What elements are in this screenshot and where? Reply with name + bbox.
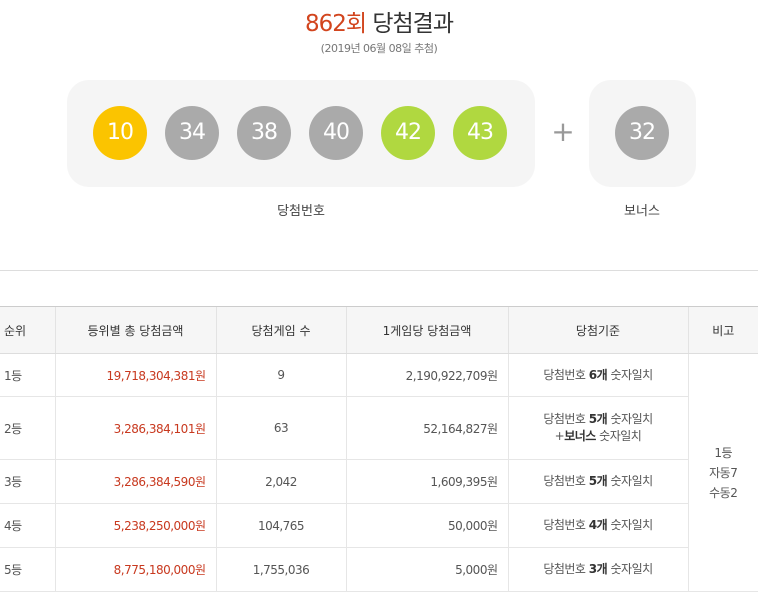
title-text: 당첨결과 bbox=[366, 11, 454, 37]
criteria-cell: 당첨번호 6개 숫자일치 bbox=[507, 353, 688, 397]
total-prize-cell: 3,286,384,101원 bbox=[54, 396, 216, 460]
per-game-prize-cell: 5,000원 bbox=[345, 547, 508, 592]
column-header-total: 등위별 총 당첨금액 bbox=[54, 306, 216, 354]
criteria-cell: 당첨번호 4개 숫자일치 bbox=[507, 503, 688, 548]
bonus-label: 보너스 bbox=[624, 204, 660, 219]
column-header-criteria: 당첨기준 bbox=[507, 306, 688, 354]
note-line: 수동2 bbox=[709, 485, 738, 500]
rank-cell: 3등 bbox=[0, 459, 55, 504]
winning-numbers-panel: 10 34 38 40 42 43 bbox=[67, 80, 535, 187]
number-ball: 34 bbox=[165, 106, 219, 160]
number-ball: 10 bbox=[93, 106, 147, 160]
column-header-per-game: 1게임당 당첨금액 bbox=[345, 306, 508, 354]
per-game-prize-cell: 1,609,395원 bbox=[345, 459, 508, 504]
rank-cell: 2등 bbox=[0, 396, 55, 460]
note-line: 1등 bbox=[714, 445, 733, 460]
rank-cell: 4등 bbox=[0, 503, 55, 548]
page-title: 862회 당첨결과 bbox=[0, 4, 758, 38]
winner-count-cell: 9 bbox=[215, 353, 346, 397]
criteria-cell: 당첨번호 5개 숫자일치 +보너스 숫자일치 bbox=[507, 396, 688, 460]
total-prize-cell: 19,718,304,381원 bbox=[54, 353, 216, 397]
draw-date: (2019년 06월 08일 추첨) bbox=[320, 42, 438, 55]
note-cell: 1등 자동7 수동2 bbox=[687, 353, 758, 592]
total-prize-cell: 3,286,384,590원 bbox=[54, 459, 216, 504]
table-header-row: 순위 등위별 총 당첨금액 당첨게임 수 1게임당 당첨금액 당첨기준 비고 bbox=[0, 306, 758, 354]
plus-icon: + bbox=[551, 115, 575, 148]
per-game-prize-cell: 50,000원 bbox=[345, 503, 508, 548]
criteria-cell: 당첨번호 5개 숫자일치 bbox=[507, 459, 688, 504]
winner-count-cell: 63 bbox=[215, 396, 346, 460]
bonus-number-panel: 32 bbox=[589, 80, 696, 187]
rank-cell: 1등 bbox=[0, 353, 55, 397]
table-row: 4등 5,238,250,000원 104,765 50,000원 당첨번호 4… bbox=[0, 503, 758, 548]
total-prize-cell: 8,775,180,000원 bbox=[54, 547, 216, 592]
winner-count-cell: 104,765 bbox=[215, 503, 346, 548]
bonus-ball: 32 bbox=[615, 106, 669, 160]
prize-table: 순위 등위별 총 당첨금액 당첨게임 수 1게임당 당첨금액 당첨기준 비고 1… bbox=[0, 306, 758, 592]
table-row: 1등 19,718,304,381원 9 2,190,922,709원 당첨번호… bbox=[0, 353, 758, 592]
table-row: 2등 3,286,384,101원 63 52,164,827원 당첨번호 5개… bbox=[0, 396, 758, 460]
per-game-prize-cell: 2,190,922,709원 bbox=[345, 353, 508, 397]
total-prize-cell: 5,238,250,000원 bbox=[54, 503, 216, 548]
winner-count-cell: 2,042 bbox=[215, 459, 346, 504]
section-divider bbox=[0, 270, 758, 271]
number-ball: 40 bbox=[309, 106, 363, 160]
column-header-note: 비고 bbox=[687, 306, 758, 354]
winner-count-cell: 1,755,036 bbox=[215, 547, 346, 592]
number-ball: 38 bbox=[237, 106, 291, 160]
note-line: 자동7 bbox=[709, 465, 738, 480]
table-row: 5등 8,775,180,000원 1,755,036 5,000원 당첨번호 … bbox=[0, 547, 758, 592]
table-row: 3등 3,286,384,590원 2,042 1,609,395원 당첨번호 … bbox=[0, 459, 758, 504]
winning-numbers-label: 당첨번호 bbox=[277, 204, 325, 219]
number-ball: 43 bbox=[453, 106, 507, 160]
number-ball: 42 bbox=[381, 106, 435, 160]
per-game-prize-cell: 52,164,827원 bbox=[345, 396, 508, 460]
criteria-cell: 당첨번호 3개 숫자일치 bbox=[507, 547, 688, 592]
column-header-rank: 순위 bbox=[0, 306, 55, 354]
rank-cell: 5등 bbox=[0, 547, 55, 592]
column-header-count: 당첨게임 수 bbox=[215, 306, 346, 354]
draw-round: 862회 bbox=[304, 11, 367, 37]
